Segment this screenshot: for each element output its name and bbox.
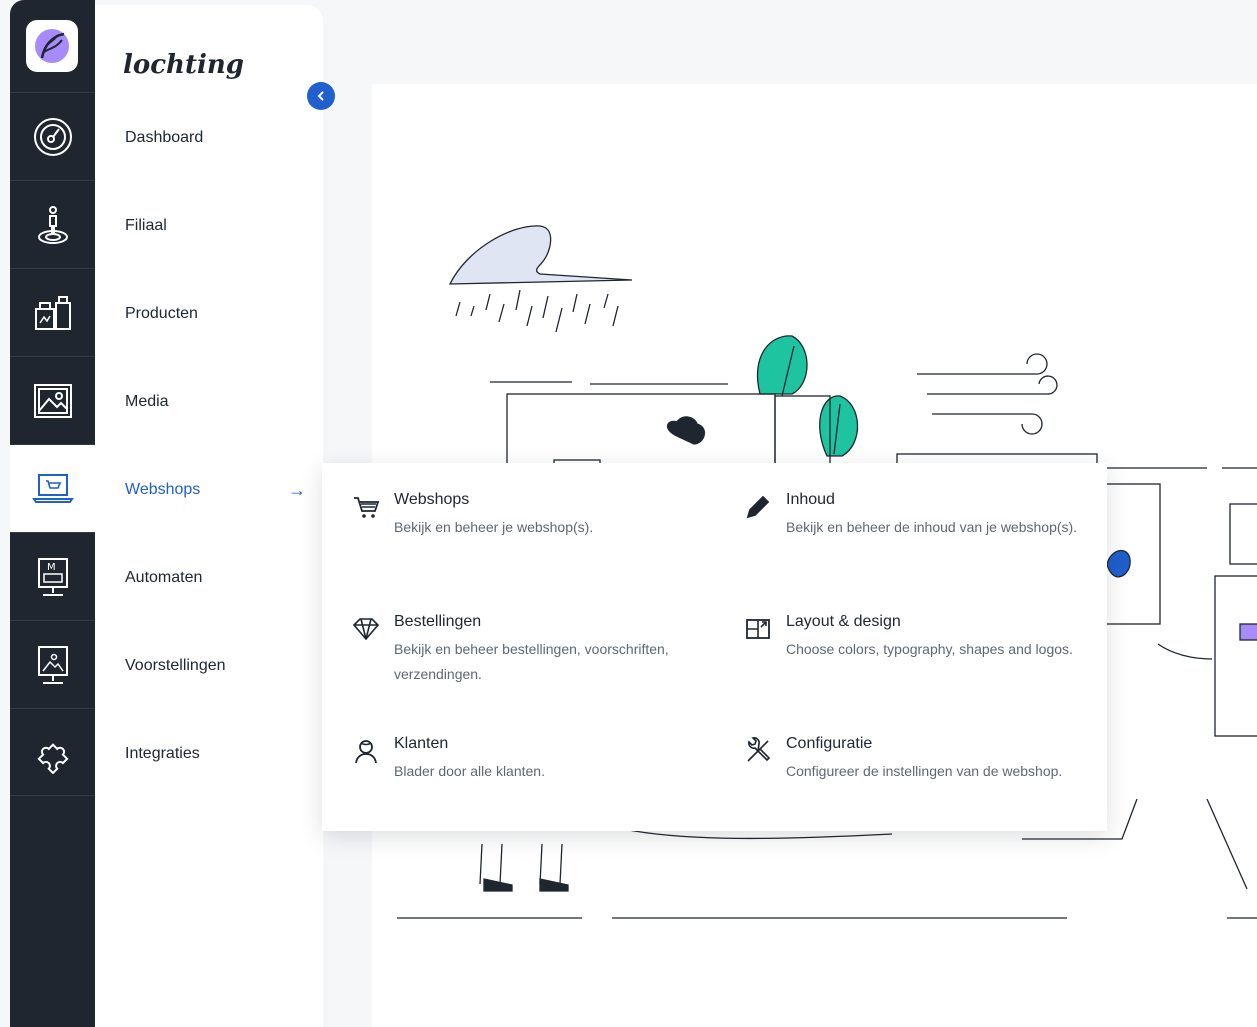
menu-item-description: Bekijk en beheer bestellingen, voorschri… [394,641,669,682]
menu-item-title: Inhoud [786,491,835,508]
nav-item-voorstellingen[interactable]: Voorstellingen [95,622,323,710]
menu-item-description: Choose colors, typography, shapes and lo… [786,641,1073,657]
nav-panel: lochting Dashboard Filiaal Producten Med… [95,5,323,1027]
menu-item-inhoud[interactable]: Inhoud Bekijk en beheer de inhoud van je… [744,491,1094,591]
menu-item-description: Configureer de instellingen van de websh… [786,763,1063,779]
nav-item-label: Dashboard [125,129,204,146]
nav-item-media[interactable]: Media [95,358,323,446]
menu-item-title: Webshops [394,491,470,508]
pencil-icon [746,495,770,519]
menu-item-webshops[interactable]: Webshops Bekijk en beheer je webshop(s). [352,491,702,571]
menu-item-klanten[interactable]: Klanten Blader door alle klanten. [352,735,702,795]
menu-item-layout-design[interactable]: Layout & design Choose colors, typograph… [744,613,1094,693]
integrations-puzzle-icon [36,743,69,774]
rail-presentations-button[interactable] [10,620,95,708]
nav-item-label: Voorstellingen [125,657,226,674]
rail-media-button[interactable] [10,356,95,444]
rail-automaten-button[interactable]: M [10,532,95,620]
collapse-sidebar-button[interactable] [307,82,335,110]
menu-item-bestellingen[interactable]: Bestellingen Bekijk en beheer bestelling… [352,613,702,693]
nav-item-label: Producten [125,305,198,322]
app-logo-icon[interactable] [26,20,78,72]
products-bottles-icon [34,295,71,330]
cart-icon [354,497,380,518]
vending-machine-icon: M [37,557,68,596]
webshops-dropdown-menu: Webshops Bekijk en beheer je webshop(s).… [322,463,1107,831]
nav-item-label: Filiaal [125,217,167,234]
webshop-laptop-cart-icon [31,473,74,503]
rail-integrations-button[interactable] [10,708,95,796]
branch-person-icon [37,205,68,244]
rail-webshops-button[interactable] [10,444,95,532]
chevron-left-icon [317,91,324,101]
presentation-board-icon [37,645,68,684]
menu-item-description: Blader door alle klanten. [394,763,545,779]
layout-icon [746,619,770,639]
diamond-icon [352,618,380,641]
menu-item-description: Bekijk en beheer de inhoud van je websho… [786,519,1078,535]
rail-branch-button[interactable] [10,180,95,268]
nav-item-integraties[interactable]: Integraties [95,710,323,798]
nav-item-label: Integraties [125,745,200,762]
tools-icon [747,737,771,762]
menu-item-title: Configuratie [786,735,873,752]
menu-item-description: Bekijk en beheer je webshop(s). [394,519,594,535]
menu-item-title: Klanten [394,735,449,752]
nav-item-label: Webshops [125,481,201,498]
nav-item-producten[interactable]: Producten [95,270,323,358]
dashboard-gauge-icon [33,117,72,156]
nav-item-dashboard[interactable]: Dashboard [95,94,323,182]
rail-dashboard-button[interactable] [10,92,95,180]
arrow-right-icon: → [288,479,306,500]
menu-item-title: Layout & design [786,613,901,630]
brand-name: lochting [123,50,244,80]
svg-text:M: M [47,562,56,573]
media-image-icon [33,383,72,418]
nav-item-label: Automaten [125,569,203,586]
nav-item-webshops[interactable]: Webshops → [95,446,323,534]
customer-icon [355,740,377,764]
brand-logo[interactable]: lochting [123,43,253,92]
rail-products-button[interactable] [10,268,95,356]
nav-item-label: Media [125,393,169,410]
menu-item-configuratie[interactable]: Configuratie Configureer de instellingen… [744,735,1104,795]
menu-item-title: Bestellingen [394,613,482,630]
icon-rail: M [10,0,95,1027]
nav-item-automaten[interactable]: Automaten [95,534,323,622]
nav-item-filiaal[interactable]: Filiaal [95,182,323,270]
